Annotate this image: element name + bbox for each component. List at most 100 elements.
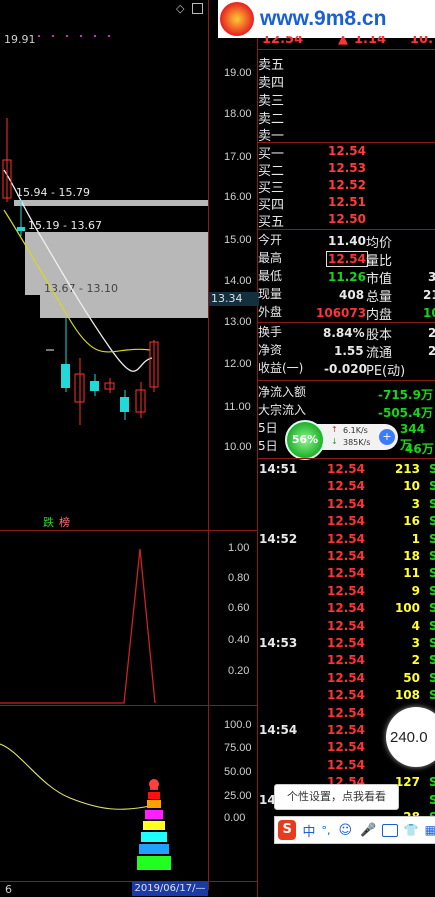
tick-side: S (429, 462, 435, 476)
sell-level-label: 卖三 (258, 94, 285, 109)
book-divider (258, 142, 435, 143)
flow-divider (258, 380, 435, 381)
apparel-icon[interactable]: 👕 (404, 823, 419, 837)
tick-price: 12.54 (327, 740, 365, 754)
stat-value-2: 2 (428, 326, 435, 340)
stat-value-2: 21 (423, 288, 435, 302)
bubble-value: 240.0 (390, 729, 428, 746)
flow-value: 46万 (405, 442, 434, 456)
flow-label: 5日 (258, 421, 278, 435)
tick-price: 12.54 (327, 584, 365, 598)
tick-price: 12.54 (327, 688, 365, 702)
emoji-icon[interactable]: ☺ (339, 823, 353, 838)
chart-right-border (208, 0, 209, 890)
settings-tooltip[interactable]: 个性设置，点我看看 (274, 784, 399, 810)
flow-value: -715.9万 (378, 388, 433, 402)
price-axis-label: 10.00 (224, 441, 252, 453)
price-axis-label: 17.00 (224, 151, 252, 163)
sell-level-label: 卖五 (258, 58, 285, 73)
sell-level-label: 卖四 (258, 76, 285, 91)
stat-label: 今开 (258, 233, 283, 247)
tick-time: 14:53 (259, 636, 298, 650)
stat-label: 收益(一) (258, 361, 304, 375)
buy-level-price: 12.53 (328, 161, 366, 175)
stat-value: -0.020 (324, 362, 367, 376)
stat-value-2: 10 (423, 306, 435, 320)
indicator-2-line (0, 743, 151, 810)
tick-price: 12.54 (327, 636, 365, 650)
logo-icon (220, 2, 254, 36)
tick-side: S (429, 584, 435, 598)
header-divider (258, 49, 435, 50)
tick-side: S (429, 619, 435, 633)
stat-value: 1.55 (334, 344, 364, 358)
up-arrow-icon: ▲ (338, 36, 348, 47)
watermark-banner[interactable]: www.9m8.cn (218, 0, 435, 38)
buy-level-price: 12.52 (328, 178, 366, 192)
stats-divider (258, 229, 435, 230)
tick-side: S (429, 688, 435, 702)
price-axis-label: 15.00 (224, 234, 252, 246)
stat-label-2: 流通 (366, 346, 393, 361)
indicator-1-axis-label: 0.20 (228, 665, 250, 677)
indicator-1-line (0, 548, 156, 704)
tick-side: S (429, 514, 435, 528)
tick-side: S (429, 497, 435, 511)
indicator-1-axis-label: 1.00 (228, 542, 250, 554)
indicator-2-axis-label: 75.00 (224, 742, 252, 754)
stat-label-2: 市值 (366, 272, 393, 287)
stat-value-2: 3 (428, 270, 435, 284)
price-axis-label: 12.00 (224, 358, 252, 370)
tick-volume: 100 (394, 601, 420, 615)
indicator-2-axis-label: 25.00 (224, 790, 252, 802)
ime-mode[interactable]: 中 (302, 821, 315, 840)
stat-value: 11.40 (328, 234, 366, 248)
speed-percent: 56% (291, 433, 319, 446)
sogou-logo-icon[interactable]: S (278, 820, 297, 840)
stat-label: 换手 (258, 325, 283, 339)
price-axis-label: 19.00 (224, 67, 252, 79)
grid-icon[interactable]: ▦ (425, 823, 435, 837)
header-quote: 12.54 ▲ 1.14 10. (262, 36, 435, 48)
ma-line-yellow (3, 209, 151, 353)
signal-text: 榜 (59, 516, 70, 529)
tick-volume: 9 (411, 584, 420, 598)
tick-time: 14:54 (259, 723, 298, 737)
flow-label: 净流入额 (258, 385, 307, 399)
stat-label: 净资 (258, 343, 283, 357)
current-price-value: 13.34 (211, 292, 243, 305)
tick-side: S (429, 636, 435, 650)
tick-volume: 1 (411, 532, 420, 546)
download-arrow-icon: ↓ (331, 437, 338, 446)
tick-price: 12.54 (327, 479, 365, 493)
download-speed: 385K/s (343, 438, 371, 447)
date-label-text: 2019/06/17/— (134, 883, 206, 894)
microphone-icon[interactable]: 🎤 (360, 823, 376, 838)
stat-value: 408 (339, 288, 365, 302)
tick-side: S (429, 566, 435, 580)
ime-toolbar[interactable]: S 中 °, ☺ 🎤 👕 ▦ (274, 816, 435, 844)
candlestick-chart (2, 118, 159, 425)
network-speed-widget[interactable]: 56% ↑ 6.1K/s ↓ 385K/s + (285, 420, 400, 460)
stat-value: 11.26 (328, 270, 366, 284)
tick-volume: 50 (403, 671, 420, 685)
stat-label-2: 总量 (366, 290, 393, 305)
tick-side: S (429, 601, 435, 615)
stats-divider-2 (258, 322, 435, 323)
flow-value: -505.4万 (378, 406, 433, 420)
accelerate-icon[interactable]: + (379, 429, 395, 445)
ime-punct[interactable]: °, (322, 824, 331, 837)
tick-time: 14:52 (259, 532, 298, 546)
date-label: 2019/06/17/— (132, 882, 208, 896)
indicator-2-chart (0, 743, 171, 870)
tick-volume: 108 (394, 688, 420, 702)
tick-time: 14:51 (259, 462, 298, 476)
keyboard-icon[interactable] (382, 823, 398, 837)
buy-level-price: 12.54 (328, 144, 366, 158)
header-change: 1.14 (354, 36, 387, 47)
tick-volume: 2 (411, 653, 420, 667)
tick-price: 12.54 (327, 706, 365, 720)
tick-price: 12.54 (327, 601, 365, 615)
header-extra: 10. (410, 36, 434, 47)
ticks-divider (258, 458, 435, 459)
